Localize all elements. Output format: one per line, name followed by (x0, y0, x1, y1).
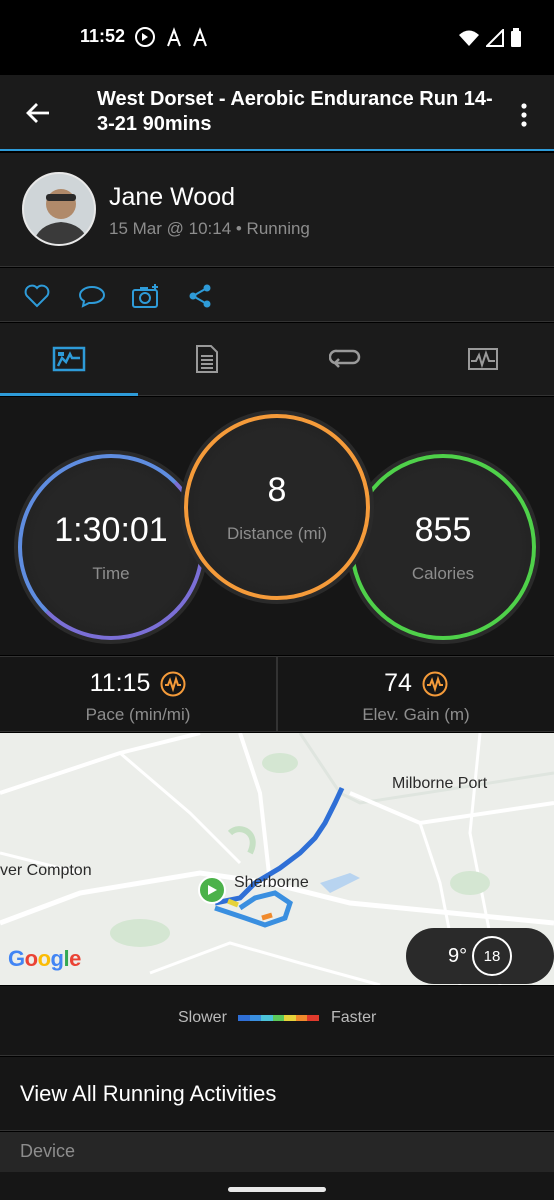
section-label: Device (20, 1141, 76, 1161)
overflow-menu-button[interactable] (512, 97, 536, 133)
distance-label: Distance (mi) (226, 523, 328, 543)
like-icon (24, 284, 50, 308)
wifi-icon (459, 30, 479, 46)
arrow-back-icon (26, 103, 49, 123)
calories-ring: 855 Calories (350, 454, 536, 640)
laps-icon (329, 349, 361, 368)
more-vert-icon (521, 103, 527, 127)
time-value: 1:30:01 (54, 510, 168, 549)
strava-icon-2 (193, 27, 207, 47)
weather-badge[interactable]: 9° 18 (406, 928, 554, 984)
chart-badge-icon (160, 671, 186, 696)
wind-speed: 18 (472, 936, 512, 976)
app-bar: West Dorset - Aerobic Endurance Run 14-3… (0, 75, 554, 151)
stats-icon (52, 346, 86, 372)
comment-icon (78, 285, 106, 308)
battery-icon (511, 28, 521, 47)
metrics-row: 11:15 Pace (min/mi) 74 Elev. Gain (m) (0, 656, 554, 732)
status-time: 11:52 (80, 26, 126, 46)
home-indicator[interactable] (228, 1187, 326, 1192)
tab-stats[interactable] (0, 323, 138, 395)
legend-slower: Slower (178, 1009, 227, 1026)
legend-color-bar (238, 1015, 320, 1021)
calories-label: Calories (411, 563, 475, 583)
stats-panel: 1:30:01 Time 855 Calories 8 Distance (mi… (0, 397, 554, 655)
section-header-device: Device (0, 1132, 554, 1172)
add-photo-button[interactable] (131, 282, 161, 310)
strava-icon (167, 27, 181, 47)
action-bar (0, 268, 554, 322)
activity-title: West Dorset - Aerobic Endurance Run 14-3… (97, 88, 493, 135)
elev-value: 74 (384, 669, 412, 697)
elev-label: Elev. Gain (m) (362, 705, 470, 724)
details-icon (196, 345, 218, 373)
calories-value: 855 (414, 510, 472, 549)
tab-laps[interactable] (276, 323, 414, 395)
add-photo-icon (132, 284, 158, 308)
distance-value: 8 (267, 470, 287, 509)
pace-metric[interactable]: 11:15 Pace (min/mi) (0, 657, 276, 731)
back-button[interactable] (20, 95, 56, 131)
tab-bar (0, 323, 554, 396)
share-button[interactable] (185, 282, 215, 310)
comment-button[interactable] (77, 282, 107, 310)
view-all-running-activities[interactable]: View All Running Activities (0, 1057, 554, 1131)
like-button[interactable] (22, 282, 52, 310)
wind-speed-value: 18 (483, 947, 501, 965)
view-all-label: View All Running Activities (20, 1081, 277, 1106)
google-logo: Google (8, 946, 81, 971)
system-nav-bar (0, 1172, 554, 1200)
charts-icon (468, 348, 498, 370)
play-icon (208, 885, 217, 895)
tab-details[interactable] (138, 323, 276, 395)
elev-metric[interactable]: 74 Elev. Gain (m) (278, 657, 554, 731)
activity-meta: 15 Mar @ 10:14 • Running (109, 219, 310, 238)
signal-icon (486, 29, 504, 47)
map-label-sherborne: Sherborne (234, 874, 309, 891)
time-label: Time (92, 563, 130, 583)
weather-temperature: 9° (448, 944, 468, 967)
distance-ring: 8 Distance (mi) (184, 414, 370, 600)
start-marker[interactable] (198, 876, 226, 904)
do-not-disturb-icon (135, 27, 155, 47)
profile-header: Jane Wood 15 Mar @ 10:14 • Running (0, 153, 554, 267)
map-label-milborne: Milborne Port (392, 775, 488, 792)
pace-value: 11:15 (89, 669, 151, 697)
active-tab-indicator (0, 393, 138, 396)
status-bar: 11:52 (0, 0, 554, 75)
route-map[interactable]: Milborne Port ver Compton Sherborne Goog… (0, 733, 554, 985)
map-label-compton: ver Compton (0, 862, 92, 879)
chart-badge-icon (422, 671, 448, 696)
pace-legend: Slower Faster (0, 986, 554, 1056)
time-ring: 1:30:01 Time (18, 454, 204, 640)
avatar[interactable] (22, 172, 96, 246)
tab-charts[interactable] (414, 323, 552, 395)
legend-faster: Faster (331, 1009, 377, 1026)
user-name[interactable]: Jane Wood (109, 183, 235, 212)
share-icon (189, 284, 211, 308)
pace-label: Pace (min/mi) (85, 705, 191, 724)
